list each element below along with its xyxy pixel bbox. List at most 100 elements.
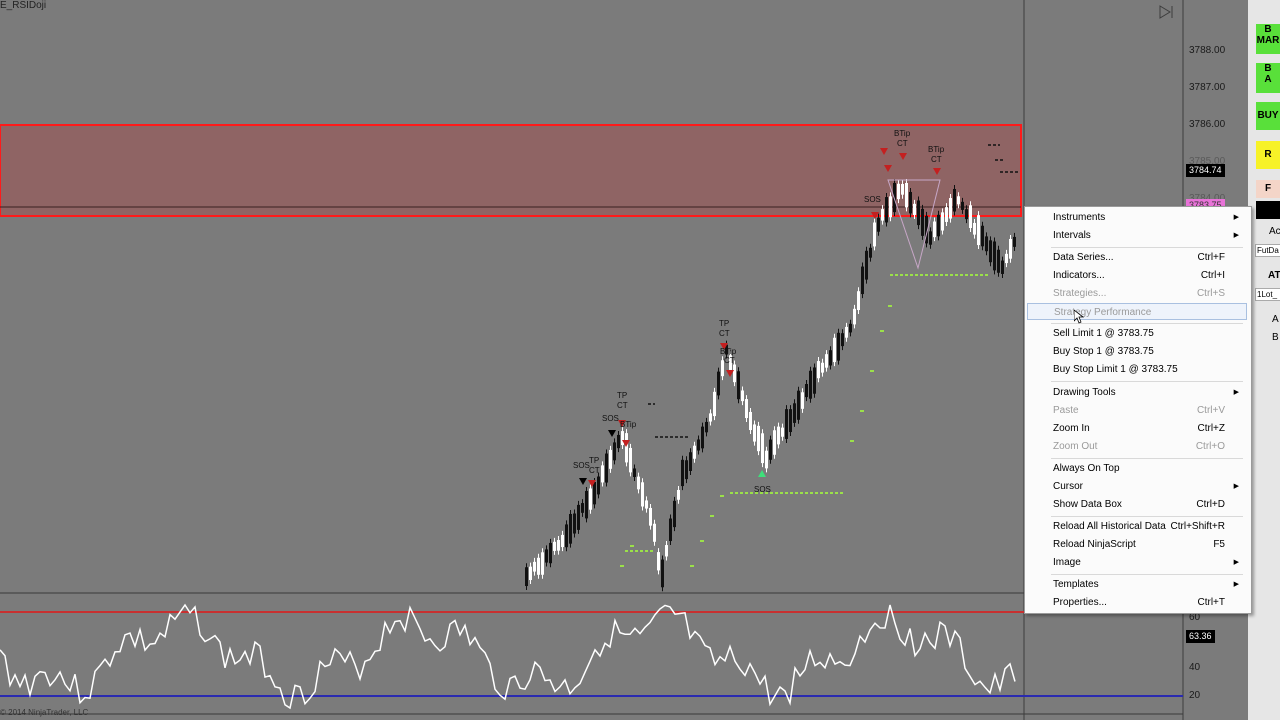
flatten-button[interactable]: F xyxy=(1256,180,1280,198)
menu-item-drawing-tools[interactable]: Drawing Tools ▶ xyxy=(1027,384,1247,401)
candle-body xyxy=(585,490,588,519)
menu-label: Buy Stop 1 @ 3783.75 xyxy=(1053,346,1154,357)
candle-body xyxy=(561,534,564,548)
candle-body xyxy=(1013,236,1016,247)
indicator-axis-label: 20 xyxy=(1189,690,1201,701)
sos-label: SOS xyxy=(573,461,590,470)
menu-item-instruments[interactable]: Instruments ▶ xyxy=(1027,209,1247,226)
menu-item-sell-limit[interactable]: Sell Limit 1 @ 3783.75 xyxy=(1027,325,1247,342)
candle-body xyxy=(829,350,832,366)
submenu-arrow-icon: ▶ xyxy=(1233,559,1239,566)
candle-body xyxy=(601,465,604,483)
menu-label: Reload NinjaScript xyxy=(1053,539,1136,550)
candle-body xyxy=(877,217,880,232)
menu-item-buy-stop-limit[interactable]: Buy Stop Limit 1 @ 3783.75 xyxy=(1027,361,1247,378)
candle-body xyxy=(541,552,544,575)
support-dot xyxy=(860,410,864,412)
candle-body xyxy=(529,566,532,581)
menu-shortcut: Ctrl+F xyxy=(1197,252,1226,263)
buy-button[interactable]: BUY xyxy=(1256,102,1280,130)
menu-item-indicators[interactable]: Indicators... Ctrl+I xyxy=(1027,267,1247,284)
candle-body xyxy=(745,399,748,419)
candle-body xyxy=(549,542,552,564)
candle-body xyxy=(797,390,800,420)
menu-label: Zoom Out xyxy=(1053,441,1098,452)
candle-body xyxy=(965,209,968,220)
menu-label: Always On Top xyxy=(1053,463,1120,474)
candle-body xyxy=(613,442,616,461)
menu-item-strategies[interactable]: Strategies... Ctrl+S xyxy=(1027,285,1247,302)
candle-body xyxy=(845,326,848,338)
menu-shortcut: Ctrl+T xyxy=(1197,597,1226,608)
menu-item-data-series[interactable]: Data Series... Ctrl+F xyxy=(1027,249,1247,266)
candle-body xyxy=(757,425,760,452)
menu-item-zoom-out[interactable]: Zoom Out Ctrl+O xyxy=(1027,438,1247,455)
candle-body xyxy=(901,183,904,195)
menu-item-cursor[interactable]: Cursor ▶ xyxy=(1027,478,1247,495)
candle-body xyxy=(809,370,812,399)
candle-body xyxy=(673,500,676,528)
candle-body xyxy=(969,205,972,229)
account-select[interactable]: FutDa xyxy=(1255,244,1280,257)
menu-item-intervals[interactable]: Intervals ▶ xyxy=(1027,227,1247,244)
reverse-button[interactable]: R xyxy=(1256,141,1280,169)
tp-label: TP xyxy=(589,456,600,465)
candle-body xyxy=(953,188,956,212)
account-label: Ac xyxy=(1269,226,1280,237)
menu-label: Cursor xyxy=(1053,481,1084,492)
submenu-arrow-icon: ▶ xyxy=(1233,214,1239,221)
menu-label: Zoom In xyxy=(1053,423,1090,434)
candle-body xyxy=(737,371,740,400)
menu-item-properties[interactable]: Properties... Ctrl+T xyxy=(1027,594,1247,611)
menu-shortcut: F5 xyxy=(1213,539,1225,550)
support-dot xyxy=(720,495,724,497)
buy-market-button[interactable]: B MAR xyxy=(1256,24,1280,54)
candle-body xyxy=(701,426,704,449)
candle-body xyxy=(961,201,964,210)
support-dot xyxy=(710,515,714,517)
candle-body xyxy=(973,222,976,235)
candle-body xyxy=(1001,260,1004,274)
menu-item-reload-ninjascript[interactable]: Reload NinjaScript F5 xyxy=(1027,536,1247,553)
indicator-axis-label: 40 xyxy=(1189,662,1201,673)
candle-body xyxy=(537,557,540,575)
menu-label: Templates xyxy=(1053,579,1099,590)
atm-select[interactable]: 1Lot_ xyxy=(1255,288,1280,301)
menu-item-always-on-top[interactable]: Always On Top xyxy=(1027,460,1247,477)
submenu-arrow-icon: ▶ xyxy=(1233,389,1239,396)
candle-body xyxy=(637,476,640,490)
menu-item-image[interactable]: Image ▶ xyxy=(1027,554,1247,571)
candle-body xyxy=(837,332,840,361)
candle-body xyxy=(905,182,908,208)
candle-body xyxy=(589,488,592,510)
menu-item-reload-historical[interactable]: Reload All Historical Data Ctrl+Shift+R xyxy=(1027,518,1247,535)
menu-shortcut: Ctrl+S xyxy=(1196,288,1225,299)
menu-item-strategy-performance[interactable]: Strategy Performance xyxy=(1027,303,1247,320)
menu-item-show-data-box[interactable]: Show Data Box Ctrl+D xyxy=(1027,496,1247,513)
submenu-arrow-icon: ▶ xyxy=(1233,581,1239,588)
candle-body xyxy=(909,191,912,214)
ct-label: CT xyxy=(719,329,730,338)
menu-label: Strategies... xyxy=(1053,288,1107,299)
candle-body xyxy=(641,482,644,507)
candle-body xyxy=(741,390,744,402)
candle-body xyxy=(841,333,844,347)
buy-ask-button[interactable]: B A xyxy=(1256,63,1280,93)
menu-item-zoom-in[interactable]: Zoom In Ctrl+Z xyxy=(1027,420,1247,437)
candle-body xyxy=(949,198,952,219)
candle-body xyxy=(569,513,572,544)
tp-label: TP xyxy=(719,319,730,328)
candle-body xyxy=(605,453,608,483)
candle-body xyxy=(525,567,528,587)
support-dot xyxy=(870,370,874,372)
menu-item-templates[interactable]: Templates ▶ xyxy=(1027,576,1247,593)
candle-body xyxy=(957,196,960,205)
menu-item-paste[interactable]: Paste Ctrl+V xyxy=(1027,402,1247,419)
candle-body xyxy=(861,266,864,295)
menu-shortcut: Ctrl+Shift+R xyxy=(1170,521,1225,532)
ct-label: CT xyxy=(617,401,628,410)
candle-body xyxy=(945,207,948,222)
candle-body xyxy=(553,541,556,551)
copyright: © 2014 NinjaTrader, LLC xyxy=(0,708,89,717)
menu-item-buy-stop[interactable]: Buy Stop 1 @ 3783.75 xyxy=(1027,343,1247,360)
